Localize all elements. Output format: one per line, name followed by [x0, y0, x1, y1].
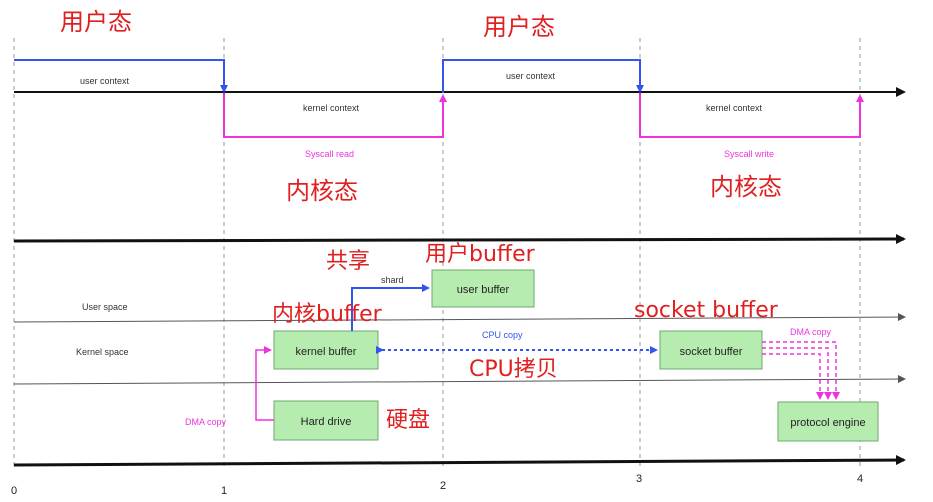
dma-copy-right-label: DMA copy	[790, 327, 832, 337]
cpu-copy-label: CPU copy	[482, 330, 523, 340]
user-buffer-label: user buffer	[457, 284, 510, 296]
user-mode-label-1: 用户态	[60, 8, 132, 36]
kernel-context-label-2: kernel context	[706, 103, 763, 113]
syscall-write-label: Syscall write	[724, 149, 774, 159]
user-context-label-1: user context	[80, 76, 130, 86]
dma-copy-left-label: DMA copy	[185, 417, 227, 427]
kernel-space-label: Kernel space	[76, 347, 129, 357]
cpu-copy-cn-label: CPU拷贝	[469, 357, 558, 382]
dma-copy-left-arrow	[255, 346, 274, 421]
socket-buffer-label: socket buffer	[680, 346, 743, 358]
kernel-context-label-1: kernel context	[303, 103, 360, 113]
kernel-mode-label-2: 内核态	[710, 173, 782, 201]
hard-drive-label: Hard drive	[301, 416, 352, 428]
user-space-label: User space	[82, 302, 128, 312]
top-timeline: 用户态 用户态 user context user context kernel…	[14, 8, 906, 205]
protocol-engine-label: protocol engine	[790, 417, 865, 429]
bottom-section: User space Kernel space user buffer kern…	[11, 234, 906, 497]
tick-label-1: 1	[221, 485, 227, 497]
kernel-buffer-label: kernel buffer	[296, 346, 357, 358]
user-buffer-cn-label: 用户buffer	[425, 242, 536, 267]
kernel-buffer-cn-label: 内核buffer	[272, 302, 383, 327]
tick-label-3: 3	[636, 473, 642, 485]
kernel-mode-line-1	[223, 93, 447, 138]
user-mode-label-2: 用户态	[483, 13, 555, 41]
tick-label-2: 2	[440, 480, 446, 492]
hard-drive-cn-label: 硬盘	[386, 408, 430, 433]
socket-buffer-annotation: socket buffer	[634, 298, 779, 323]
shared-cn-label: 共享	[326, 249, 370, 274]
kernel-mode-line-2	[639, 93, 864, 138]
shared-arrow-label: shard	[381, 275, 404, 285]
user-context-label-2: user context	[506, 71, 556, 81]
syscall-read-label: Syscall read	[305, 149, 354, 159]
dma-copy-right-arrows	[762, 341, 840, 400]
tick-label-4: 4	[857, 473, 863, 485]
zero-copy-diagram: 用户态 用户态 user context user context kernel…	[11, 8, 906, 497]
kernel-mode-label-1: 内核态	[286, 177, 358, 205]
tick-label-0: 0	[11, 485, 17, 497]
